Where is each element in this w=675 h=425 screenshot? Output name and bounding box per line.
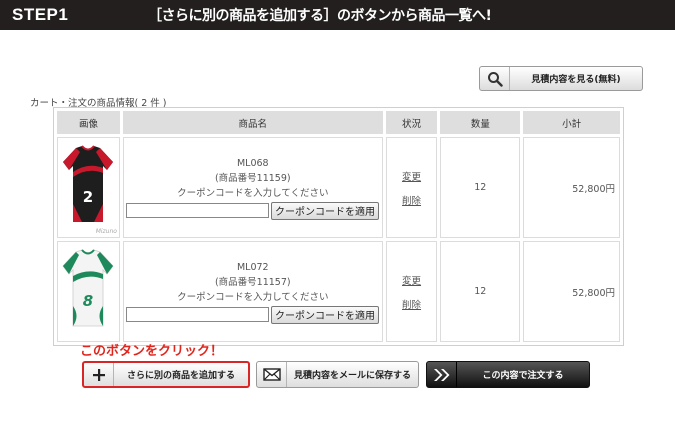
quantity-cell: 12 (440, 137, 521, 238)
product-code: ML068 (236, 157, 269, 169)
coupon-input[interactable] (125, 307, 269, 322)
apply-coupon-button[interactable]: クーポンコードを適用 (270, 201, 379, 220)
product-name-cell: ML072 (商品番号11157) クーポンコードを入力してください クーポンコ… (122, 241, 383, 342)
col-status: 状況 (385, 111, 438, 134)
coupon-prompt: クーポンコードを入力してください (177, 291, 329, 303)
step-label: STEP1 (12, 5, 69, 24)
delete-link[interactable]: 削除 (387, 297, 437, 311)
coupon-prompt: クーポンコードを入力してください (177, 187, 329, 199)
double-chevron-right-icon (427, 362, 457, 387)
status-cell: 変更 削除 (385, 241, 438, 342)
save-estimate-email-button[interactable]: 見積内容をメールに保存する (256, 361, 419, 388)
cart-row: 2 Mizuno ML068 (商品番号11159) クーポンコードを入力してく… (57, 137, 620, 238)
subtotal-cell: 52,800円 (523, 241, 620, 342)
coupon-row: クーポンコードを適用 (125, 305, 380, 324)
subtotal-cell: 52,800円 (523, 137, 620, 238)
search-icon (480, 67, 510, 90)
change-link[interactable]: 変更 (387, 169, 437, 183)
step-header: STEP1 ［さらに別の商品を追加する］のボタンから商品一覧へ! (0, 0, 675, 30)
jersey-image-white: 8 (62, 249, 115, 327)
status-cell: 変更 削除 (385, 137, 438, 238)
quantity-cell: 12 (440, 241, 521, 342)
cart-row: 8 ML072 (商品番号11157) クーポンコードを入力してください クーポ… (57, 241, 620, 342)
add-another-product-label: さらに別の商品を追加する (126, 371, 235, 381)
product-image-cell: 8 (57, 241, 120, 342)
view-estimate-button[interactable]: 見積内容を見る(無料) (479, 66, 643, 91)
col-product-name: 商品名 (122, 111, 383, 134)
product-number: (商品番号11159) (214, 172, 291, 184)
view-estimate-label: 見積内容を見る(無料) (531, 75, 621, 85)
save-estimate-email-label: 見積内容をメールに保存する (293, 371, 411, 381)
product-image-cell: 2 Mizuno (57, 137, 120, 238)
click-instruction: このボタンをクリック！ (80, 344, 224, 359)
cart-table: 画像 商品名 状況 数量 小計 2 Mizuno ML068 (商品番号1115… (53, 107, 624, 346)
coupon-input[interactable] (125, 203, 269, 218)
jersey-number: 8 (83, 292, 93, 310)
page-root: STEP1 ［さらに別の商品を追加する］のボタンから商品一覧へ! 見積内容を見る… (0, 0, 675, 425)
delete-link[interactable]: 削除 (387, 193, 437, 207)
jersey-image-black: 2 (63, 145, 114, 222)
add-another-product-button[interactable]: さらに別の商品を追加する (82, 361, 250, 388)
mail-icon (257, 362, 287, 387)
place-order-label: この内容で注文する (482, 371, 564, 381)
plus-icon (84, 363, 114, 386)
apply-coupon-button[interactable]: クーポンコードを適用 (270, 305, 379, 324)
cart-header-row: 画像 商品名 状況 数量 小計 (57, 111, 620, 134)
col-subtotal: 小計 (523, 111, 620, 134)
col-image: 画像 (57, 111, 120, 134)
product-code: ML072 (236, 261, 269, 273)
jersey-number: 2 (83, 188, 93, 206)
coupon-row: クーポンコードを適用 (125, 201, 380, 220)
change-link[interactable]: 変更 (387, 273, 437, 287)
product-name-cell: ML068 (商品番号11159) クーポンコードを入力してください クーポンコ… (122, 137, 383, 238)
product-number: (商品番号11157) (214, 276, 291, 288)
col-quantity: 数量 (440, 111, 521, 134)
brand-watermark: Mizuno (95, 228, 117, 235)
place-order-button[interactable]: この内容で注文する (426, 361, 590, 388)
step-title: ［さらに別の商品を追加する］のボタンから商品一覧へ! (148, 8, 492, 24)
